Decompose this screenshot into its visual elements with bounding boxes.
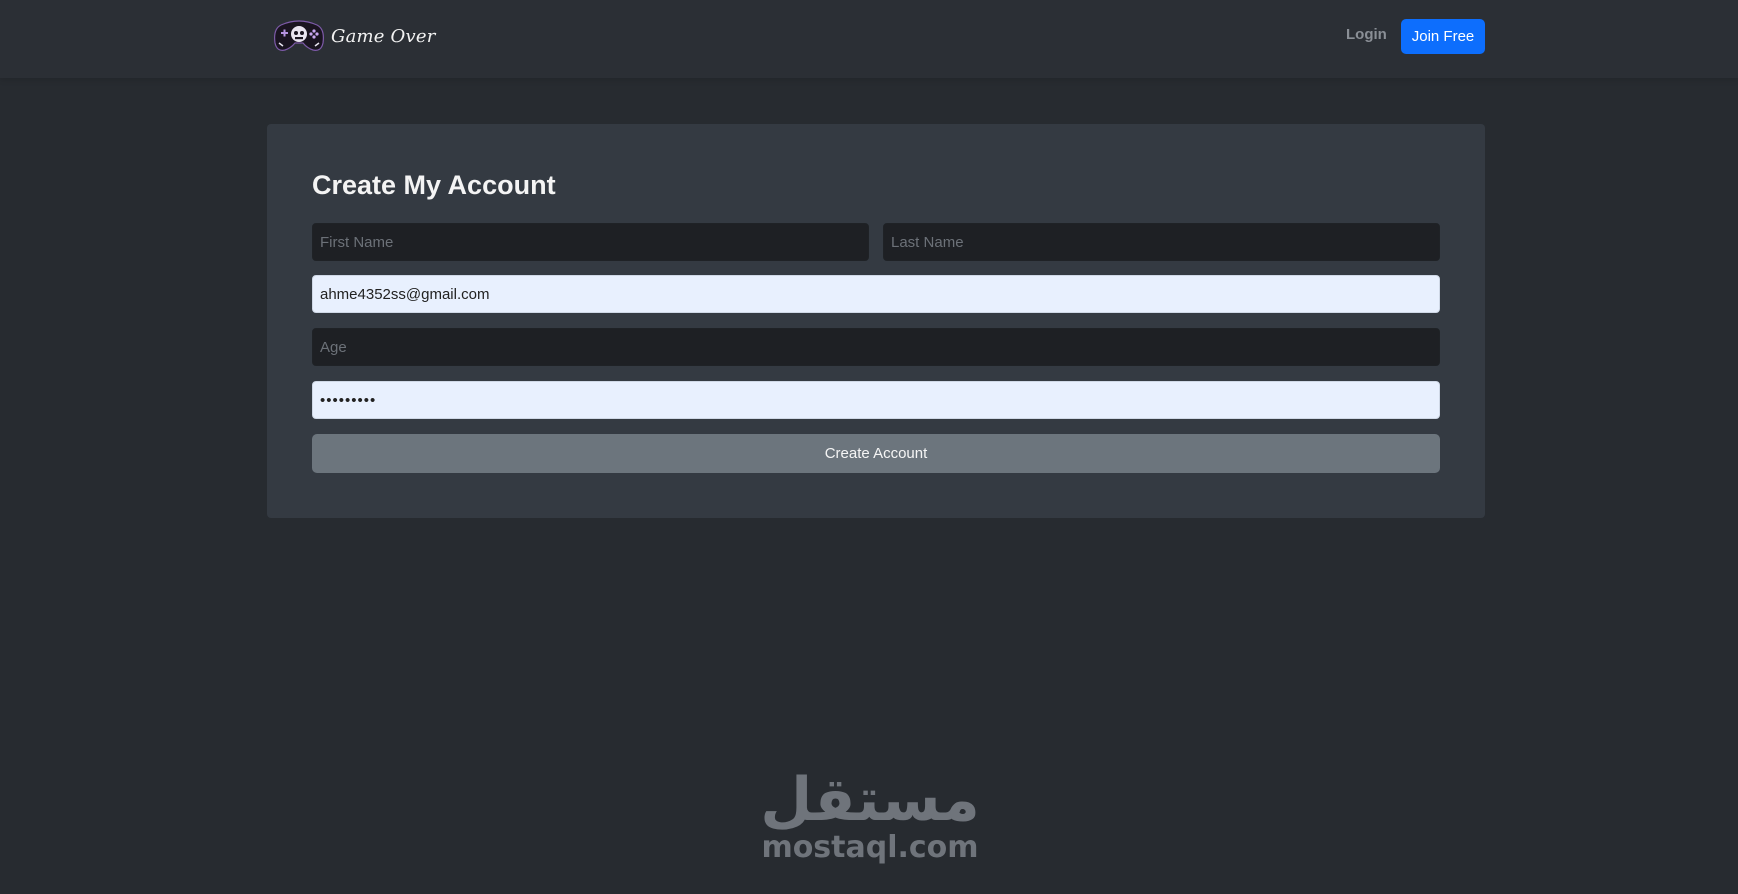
- last-name-field[interactable]: [883, 223, 1440, 261]
- password-field[interactable]: [312, 381, 1440, 419]
- page-title: Create My Account: [312, 170, 556, 200]
- navbar: Game Over Login Join Free: [0, 0, 1738, 78]
- age-field[interactable]: [312, 328, 1440, 366]
- watermark-arabic: مستقل: [760, 765, 980, 835]
- register-card: Create My Account Create Account: [267, 124, 1485, 518]
- email-field[interactable]: [312, 275, 1440, 313]
- brand-name: Game Over: [331, 25, 436, 47]
- create-account-button[interactable]: Create Account: [312, 434, 1440, 473]
- login-link[interactable]: Login: [1346, 26, 1387, 43]
- gamepad-skull-icon: [273, 19, 325, 53]
- join-free-button[interactable]: Join Free: [1401, 19, 1485, 54]
- brand-link[interactable]: Game Over: [273, 19, 436, 53]
- first-name-field[interactable]: [312, 223, 869, 261]
- watermark-latin: mostaql.com: [761, 830, 979, 865]
- watermark: مستقل mostaql.com: [750, 770, 990, 880]
